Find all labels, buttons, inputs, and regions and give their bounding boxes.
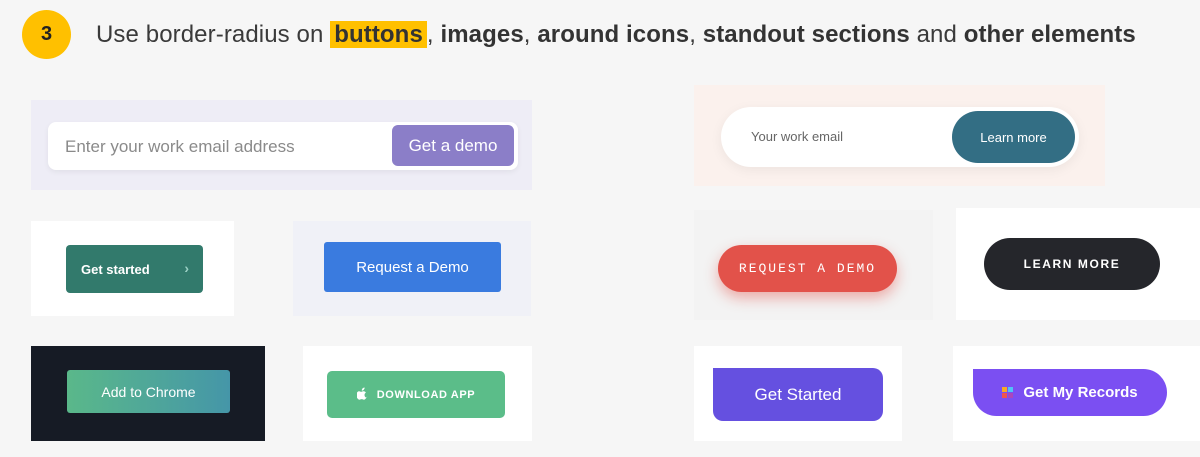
step-number-badge: 3 — [22, 10, 71, 59]
pill-email-example: Your work email Learn more — [694, 85, 1105, 186]
work-email-placeholder: Your work email — [751, 129, 844, 144]
headline-item-images: images — [440, 20, 524, 48]
learn-more-button[interactable]: Learn more — [952, 111, 1075, 163]
get-started-green-example: Get started › — [31, 221, 234, 316]
headline-separator: , — [426, 20, 441, 48]
header: 3 Use border-radius on buttons, images, … — [22, 10, 1136, 59]
headline-separator: , — [523, 20, 538, 48]
learn-more-dark-example: LEARN MORE — [956, 208, 1200, 320]
email-demo-example: Enter your work email address Get a demo — [31, 100, 532, 190]
get-my-records-example: Get My Records — [953, 346, 1200, 441]
add-to-chrome-button[interactable]: Add to Chrome — [67, 370, 230, 413]
request-demo-pill-button[interactable]: REQUEST A DEMO — [718, 245, 897, 292]
learn-more-dark-button[interactable]: LEARN MORE — [984, 238, 1160, 290]
email-placeholder: Enter your work email address — [65, 137, 295, 156]
get-my-records-button[interactable]: Get My Records — [973, 369, 1167, 416]
get-a-demo-button[interactable]: Get a demo — [392, 125, 514, 166]
colorful-dots-icon — [1002, 387, 1014, 398]
headline-item-other: other elements — [963, 20, 1136, 48]
get-my-records-label: Get My Records — [1023, 384, 1138, 401]
request-demo-red-example: REQUEST A DEMO — [694, 210, 933, 320]
get-started-purple-example: Get Started — [694, 346, 902, 441]
download-app-label: DOWNLOAD APP — [376, 388, 476, 401]
headline-separator: , — [689, 20, 703, 48]
get-started-purple-button[interactable]: Get Started — [713, 368, 883, 421]
chevron-right-icon: › — [184, 260, 189, 276]
apple-icon — [356, 387, 368, 403]
headline-item-sections: standout sections — [702, 20, 910, 48]
headline-intro: Use border-radius on — [96, 20, 331, 48]
headline: Use border-radius on buttons, images, ar… — [96, 20, 1136, 49]
headline-connector: and — [909, 20, 964, 48]
email-field[interactable]: Enter your work email address Get a demo — [48, 122, 518, 170]
download-app-button[interactable]: DOWNLOAD APP — [327, 371, 505, 418]
headline-item-icons: around icons — [537, 20, 690, 48]
work-email-field[interactable]: Your work email Learn more — [721, 107, 1079, 167]
download-app-example: DOWNLOAD APP — [303, 346, 532, 441]
get-started-label: Get started — [81, 261, 150, 277]
add-to-chrome-example: Add to Chrome — [31, 346, 265, 441]
headline-highlight: buttons — [330, 20, 427, 48]
request-demo-blue-example: Request a Demo — [293, 221, 531, 316]
request-a-demo-button[interactable]: Request a Demo — [324, 242, 501, 292]
get-started-button[interactable]: Get started › — [66, 245, 203, 293]
